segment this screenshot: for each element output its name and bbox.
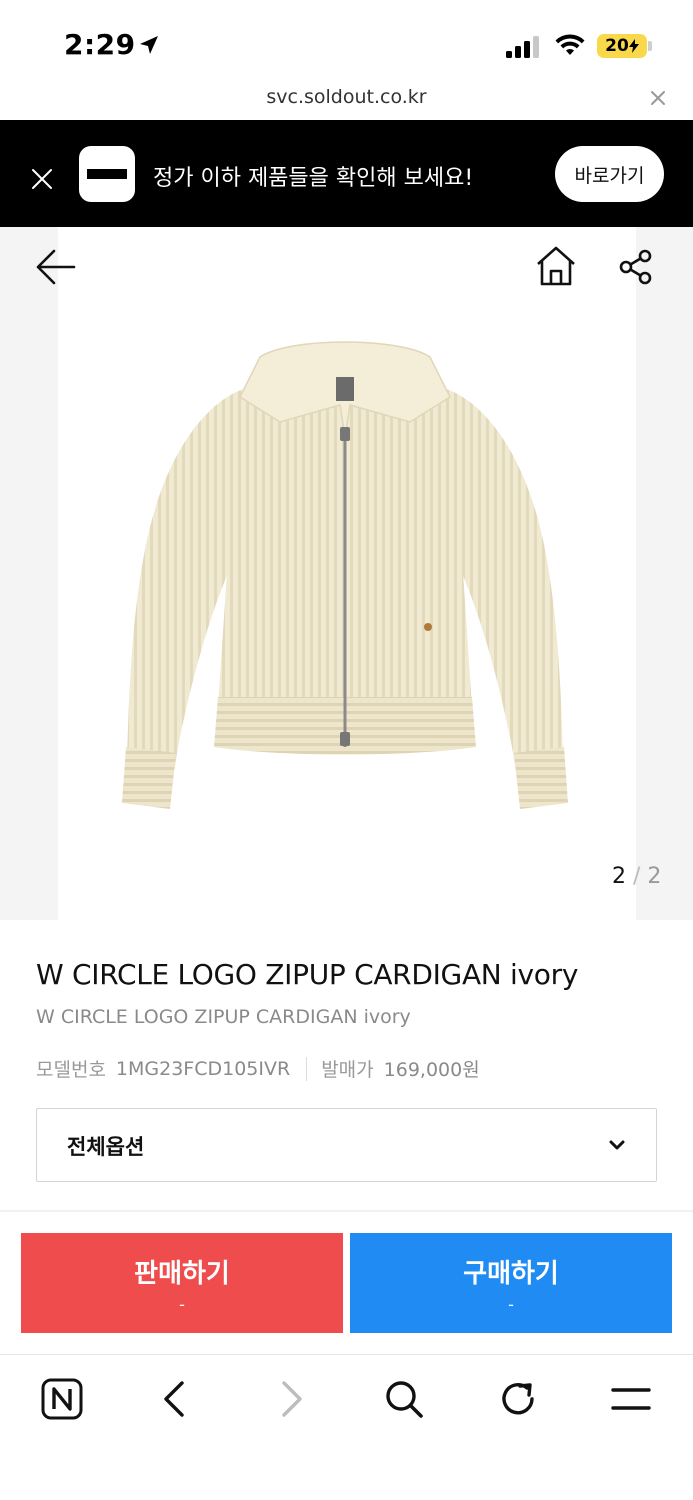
chevron-down-icon [609, 1140, 625, 1150]
url-bar[interactable]: svc.soldout.co.kr [0, 80, 693, 120]
location-arrow-icon [140, 36, 158, 54]
menu-icon[interactable] [609, 1377, 653, 1421]
browser-forward-icon[interactable] [268, 1377, 312, 1421]
product-subtitle: W CIRCLE LOGO ZIPUP CARDIGAN ivory [36, 1006, 411, 1028]
page-total: 2 [647, 864, 662, 889]
model-label: 모델번호 [36, 1059, 106, 1081]
promo-go-button[interactable]: 바로가기 [555, 146, 664, 202]
app-logo [79, 146, 135, 202]
status-time: 2:29 [64, 28, 136, 61]
product-image[interactable] [110, 327, 580, 817]
url-text[interactable]: svc.soldout.co.kr [0, 86, 693, 108]
status-bar: 2:29 20 [0, 0, 693, 80]
back-arrow-icon[interactable] [34, 247, 76, 287]
buy-button[interactable]: 구매하기 - [350, 1233, 672, 1333]
release-price-label: 발매가 [321, 1059, 374, 1081]
product-title: W CIRCLE LOGO ZIPUP CARDIGAN ivory [36, 958, 579, 991]
sell-button[interactable]: 판매하기 - [21, 1233, 343, 1333]
battery-icon: 20 [597, 34, 647, 58]
product-gallery[interactable]: 2 / 2 [0, 227, 693, 920]
close-icon[interactable] [30, 167, 54, 191]
search-icon[interactable] [382, 1377, 426, 1421]
browser-back-icon[interactable] [154, 1377, 198, 1421]
battery-level: 20 [605, 36, 629, 56]
product-meta: 모델번호 1MG23FCD105IVR 발매가 169,000원 [36, 1055, 480, 1082]
page-current: 2 [612, 864, 626, 889]
sell-button-label: 판매하기 [134, 1259, 230, 1289]
browser-toolbar [0, 1354, 693, 1500]
reload-icon[interactable] [496, 1377, 540, 1421]
option-select-label: 전체옵션 [67, 1135, 145, 1159]
signal-icon [506, 36, 539, 58]
share-icon[interactable] [616, 247, 656, 287]
option-select[interactable]: 전체옵션 [36, 1108, 657, 1182]
meta-divider [306, 1056, 308, 1081]
page-counter: 2 / 2 [612, 864, 661, 889]
sell-price: - [179, 1295, 185, 1314]
naver-n-icon[interactable] [40, 1377, 84, 1421]
buy-price: - [508, 1295, 514, 1314]
buy-button-label: 구매하기 [463, 1259, 559, 1289]
wifi-icon [555, 34, 585, 55]
promo-banner: 정가 이하 제품들을 확인해 보세요! 바로가기 [0, 120, 693, 227]
promo-message: 정가 이하 제품들을 확인해 보세요! [153, 166, 474, 191]
model-value: 1MG23FCD105IVR [115, 1057, 291, 1080]
app-logo-bar [87, 169, 127, 179]
close-icon[interactable] [648, 88, 668, 108]
release-price-value: 169,000원 [383, 1059, 480, 1081]
section-divider [0, 1210, 693, 1212]
battery-tip [648, 41, 652, 51]
home-icon[interactable] [534, 244, 578, 288]
charging-bolt-icon [628, 39, 639, 53]
page-separator: / [633, 864, 641, 889]
